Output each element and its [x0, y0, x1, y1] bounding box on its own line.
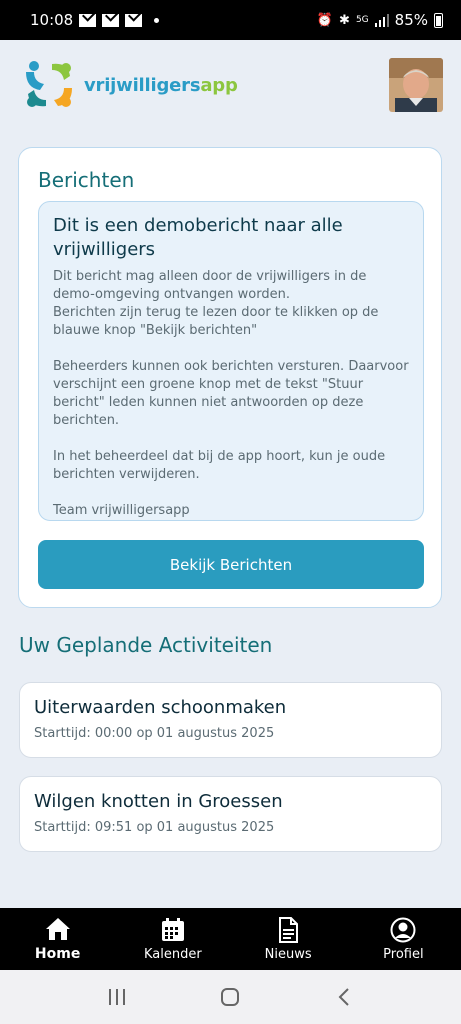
system-nav [0, 970, 461, 1024]
brand-logo: vrijwilligersapp [22, 58, 238, 112]
message-title: Dit is een demobericht naar alle vrijwil… [53, 215, 343, 260]
status-left: 10:08 [30, 11, 160, 29]
home-icon [45, 918, 70, 940]
alarm-icon: ⏰ [316, 12, 334, 28]
activity-time: Starttijd: 09:51 op 01 augustus 2025 [34, 820, 275, 835]
brand-name: vrijwilligersapp [84, 74, 238, 96]
mail-icon [79, 13, 97, 27]
activity-card[interactable]: Wilgen knotten in Groessen Starttijd: 09… [19, 776, 442, 852]
messages-card: Berichten Dit is een demobericht naar al… [18, 147, 442, 608]
back-button[interactable] [329, 982, 359, 1012]
avatar-image [389, 58, 443, 112]
avatar[interactable] [389, 58, 443, 112]
bluetooth-icon: ✱ [339, 12, 350, 28]
nav-label: Kalender [144, 946, 202, 962]
nav-item-kalender[interactable]: Kalender [115, 908, 230, 970]
nav-label: Nieuws [264, 946, 312, 962]
status-bar: 10:08 ⏰ ✱ 5G 85% [0, 0, 461, 40]
nav-label: Profiel [383, 946, 424, 962]
bottom-nav: Home Kalender Nieuws Profiel [0, 908, 461, 970]
view-messages-button[interactable]: Bekijk Berichten [38, 540, 424, 589]
nav-item-nieuws[interactable]: Nieuws [231, 908, 346, 970]
notification-dot-icon [154, 17, 160, 23]
home-circle-icon [221, 988, 240, 1006]
messages-title: Berichten [38, 168, 135, 192]
message-box: Dit is een demobericht naar alle vrijwil… [38, 201, 424, 521]
app-header: vrijwilligersapp [0, 40, 461, 130]
recent-apps-icon [108, 989, 125, 1005]
activities-title: Uw Geplande Activiteiten [19, 633, 273, 657]
signal-icon [374, 13, 389, 27]
recent-apps-button[interactable] [102, 982, 132, 1012]
nav-item-profiel[interactable]: Profiel [346, 908, 461, 970]
document-icon [279, 916, 299, 943]
mail-icon [102, 13, 120, 27]
network-label: 5G [355, 15, 369, 25]
nav-label: Home [34, 946, 81, 962]
profile-icon [390, 917, 416, 942]
status-time: 10:08 [30, 11, 74, 29]
battery-percent: 85% [394, 11, 428, 29]
nav-item-home[interactable]: Home [0, 908, 115, 970]
status-right: ⏰ ✱ 5G 85% [317, 11, 443, 29]
activity-title: Wilgen knotten in Groessen [34, 791, 283, 812]
back-icon [338, 988, 349, 1006]
logo-icon [26, 61, 72, 107]
home-button[interactable] [215, 982, 245, 1012]
message-body: Dit bericht mag alleen door de vrijwilli… [53, 269, 409, 518]
activity-card[interactable]: Uiterwaarden schoonmaken Starttijd: 00:0… [19, 682, 442, 758]
mail-icon [125, 13, 143, 27]
activity-title: Uiterwaarden schoonmaken [34, 697, 287, 718]
battery-icon [434, 12, 443, 28]
activity-time: Starttijd: 00:00 op 01 augustus 2025 [34, 726, 275, 741]
calendar-icon [161, 917, 184, 941]
